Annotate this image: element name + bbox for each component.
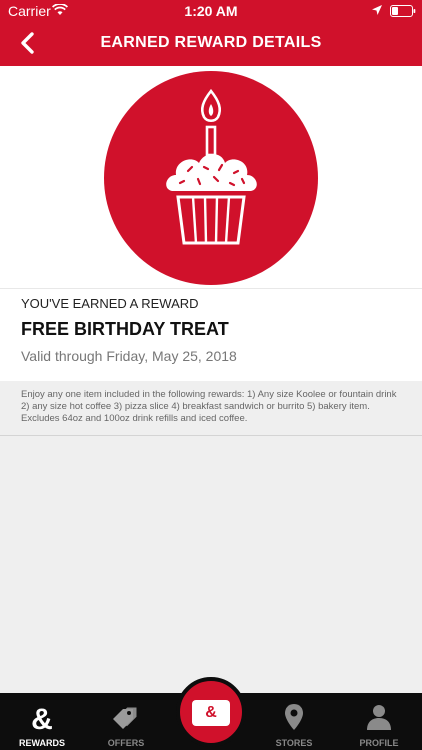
reward-badge-circle xyxy=(104,71,318,285)
tab-offers[interactable]: OFFERS xyxy=(84,693,168,750)
tab-stores-label: STORES xyxy=(275,738,313,748)
header-bar: Carrier 1:20 AM EARNED REWARD DETAILS xyxy=(0,0,422,66)
location-arrow-icon xyxy=(372,5,382,15)
page-title: EARNED REWARD DETAILS xyxy=(100,34,322,51)
divider xyxy=(0,435,422,436)
person-icon xyxy=(367,705,391,730)
reward-image-panel xyxy=(0,66,422,288)
reward-eyebrow: YOU'VE EARNED A REWARD xyxy=(21,296,199,311)
tab-rewards[interactable]: & REWARDS xyxy=(0,693,84,750)
tab-stores[interactable]: STORES xyxy=(252,693,336,750)
reward-valid-through: Valid through Friday, May 25, 2018 xyxy=(21,348,237,364)
birthday-cupcake-icon xyxy=(166,88,257,245)
tab-offers-label: OFFERS xyxy=(107,738,145,748)
clock-time: 1:20 AM xyxy=(184,3,238,19)
svg-text:&: & xyxy=(31,703,53,733)
tag-icon xyxy=(113,706,138,729)
center-card-button[interactable]: & xyxy=(176,677,246,747)
ampersand-icon: & xyxy=(31,703,53,733)
status-bar: Carrier 1:20 AM xyxy=(0,0,422,22)
card-icon: & xyxy=(192,700,230,726)
reward-info-card: YOU'VE EARNED A REWARD FREE BIRTHDAY TRE… xyxy=(0,288,422,381)
location-pin-icon xyxy=(285,704,303,730)
tab-rewards-label: REWARDS xyxy=(18,738,65,748)
reward-details-text: Enjoy any one item included in the follo… xyxy=(21,389,397,424)
tab-profile-label: PROFILE xyxy=(359,738,399,748)
reward-title: FREE BIRTHDAY TREAT xyxy=(21,319,229,339)
battery-icon xyxy=(390,5,416,17)
tab-profile[interactable]: PROFILE xyxy=(336,693,422,750)
